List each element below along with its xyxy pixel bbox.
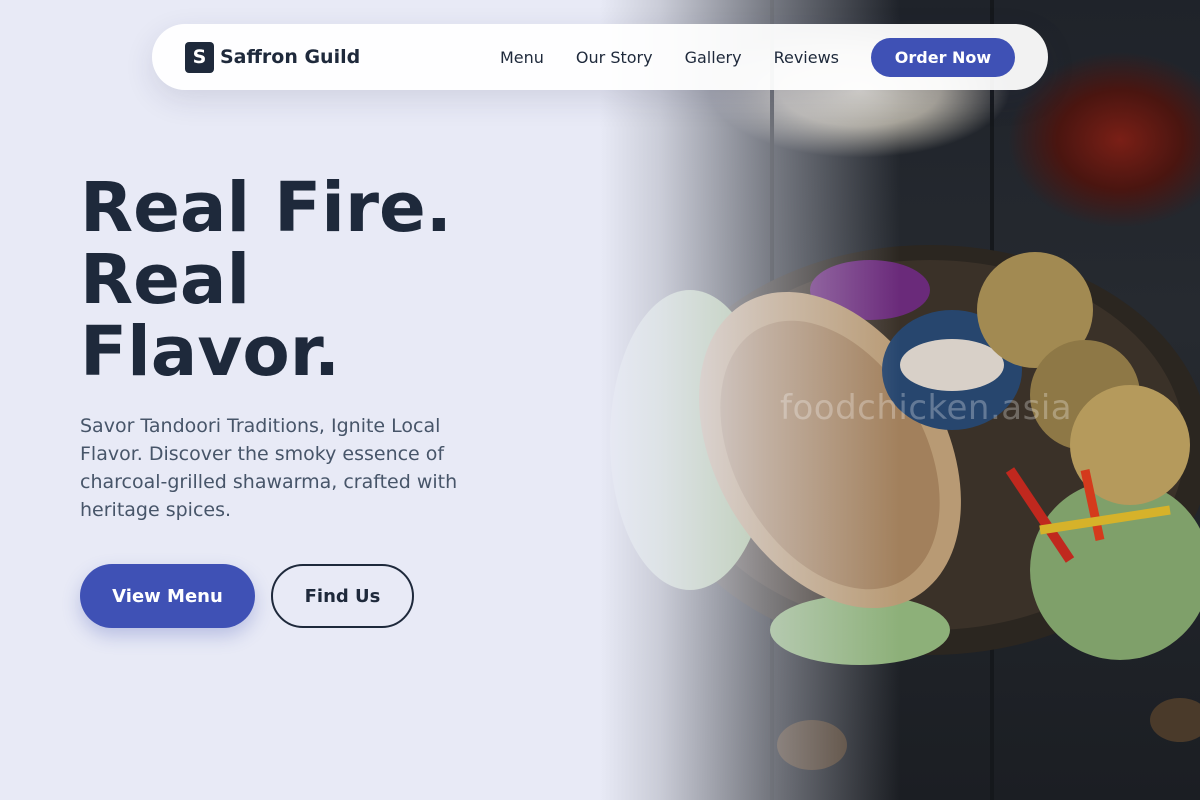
nav-links: Menu Our Story Gallery Reviews Order Now [500, 37, 1015, 77]
find-us-button[interactable]: Find Us [271, 564, 414, 628]
headline-line-1: Real Fire. [80, 168, 452, 248]
brand-logo-icon: S [185, 41, 214, 73]
headline-line-2: Real [80, 240, 251, 320]
headline-line-3: Flavor. [80, 312, 341, 392]
brand-name: Saffron Guild [220, 46, 361, 68]
nav-link-menu[interactable]: Menu [500, 48, 544, 67]
top-navigation: S Saffron Guild Menu Our Story Gallery R… [152, 24, 1048, 90]
hero-headline: Real Fire. Real Flavor. [80, 172, 600, 388]
view-menu-button[interactable]: View Menu [80, 564, 255, 628]
order-now-button[interactable]: Order Now [871, 37, 1015, 77]
hero-subtitle: Savor Tandoori Traditions, Ignite Local … [80, 415, 458, 521]
nav-link-gallery[interactable]: Gallery [685, 48, 742, 67]
nav-link-reviews[interactable]: Reviews [774, 48, 839, 67]
photo-watermark: foodchicken.asia [780, 388, 1073, 428]
brand[interactable]: S Saffron Guild [185, 41, 361, 73]
nav-link-our-story[interactable]: Our Story [576, 48, 653, 67]
